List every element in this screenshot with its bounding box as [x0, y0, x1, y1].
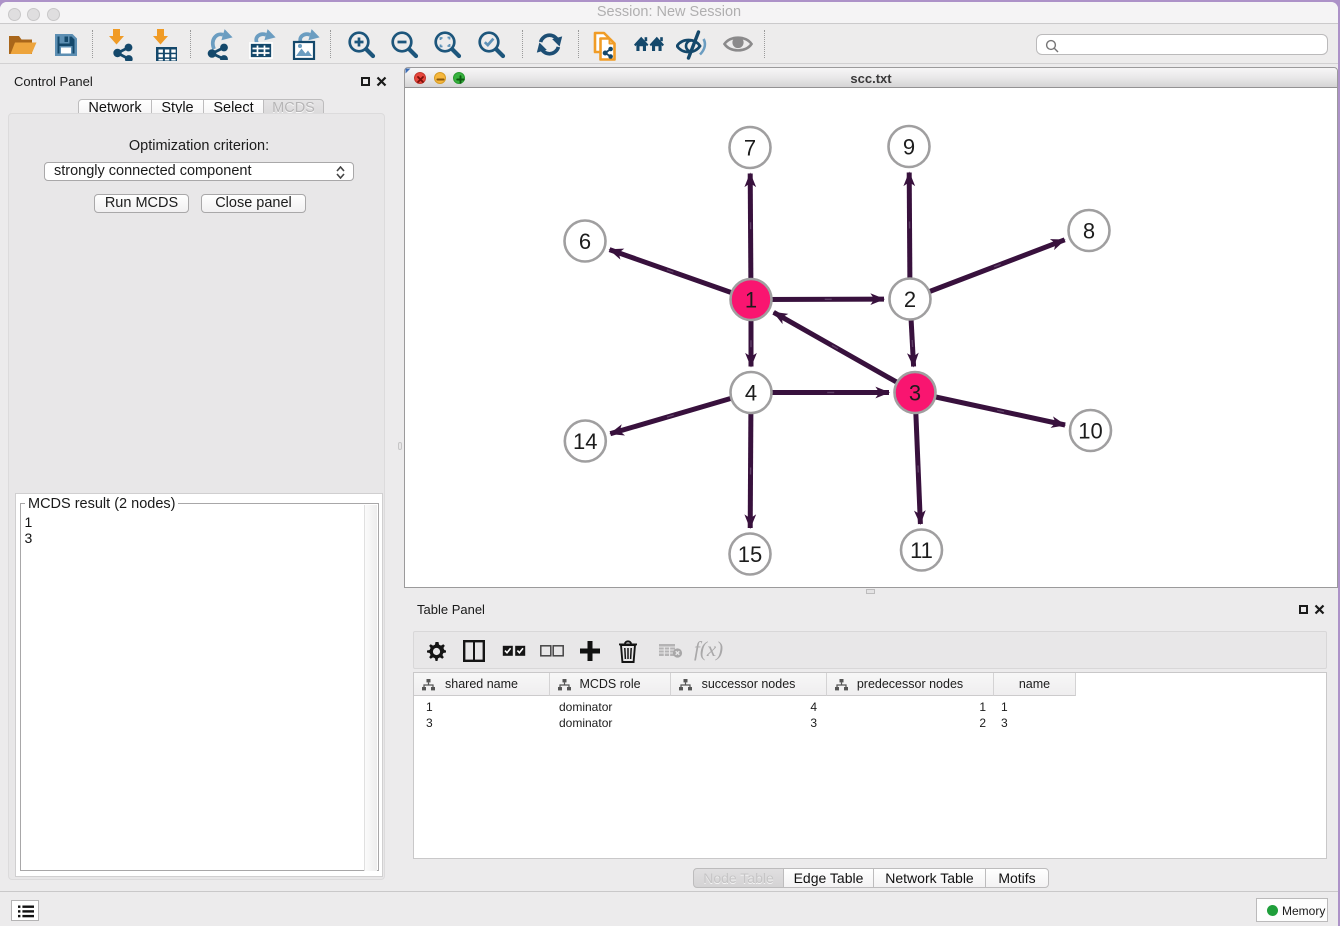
- svg-text:1: 1: [745, 288, 757, 313]
- svg-text:2: 2: [904, 287, 916, 312]
- svg-text:14: 14: [573, 429, 597, 454]
- svg-text:10: 10: [1078, 419, 1102, 444]
- svg-text:8: 8: [1083, 219, 1095, 244]
- svg-text:9: 9: [903, 135, 915, 160]
- svg-text:7: 7: [744, 136, 756, 161]
- svg-text:4: 4: [745, 381, 757, 406]
- svg-text:3: 3: [909, 381, 921, 406]
- svg-text:6: 6: [579, 229, 591, 254]
- svg-text:15: 15: [738, 542, 762, 567]
- svg-text:11: 11: [910, 538, 933, 563]
